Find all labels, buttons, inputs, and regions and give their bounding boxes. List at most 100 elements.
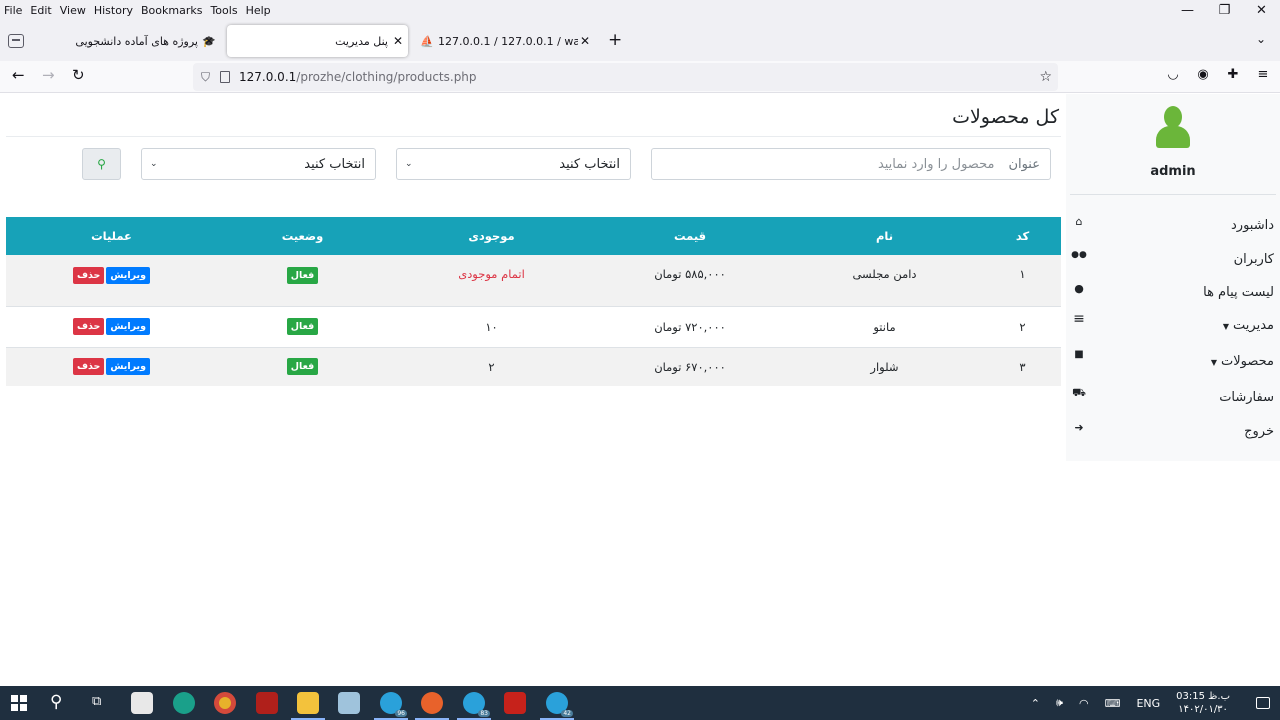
shield-icon[interactable]: ⛉ — [201, 70, 210, 85]
column-header: قیمت — [595, 217, 785, 255]
filter-bar: عنوان محصول را وارد نمایید انتخاب کنید ⌄… — [6, 148, 1061, 180]
pocket-icon[interactable]: ◡ — [1166, 67, 1180, 82]
delete-button[interactable]: حذف — [72, 267, 105, 284]
extensions-icon[interactable]: ✚ — [1226, 67, 1240, 82]
edit-button[interactable]: ویرایش — [106, 318, 150, 335]
new-tab-button[interactable]: + — [608, 30, 622, 50]
cell-price: ۵۸۵,۰۰۰ تومان — [595, 255, 785, 306]
notification-icon[interactable] — [1256, 697, 1270, 709]
clock[interactable]: 03:15 ب.ظ ۱۴۰۲/۰۱/۳۰ — [1176, 690, 1230, 716]
sidebar-item-label: لیست پیام ها — [1203, 284, 1274, 300]
menu-view[interactable]: View — [56, 4, 90, 17]
store-icon[interactable] — [131, 692, 153, 714]
avatar-body — [1156, 126, 1190, 148]
acrobat-icon[interactable] — [504, 692, 526, 714]
url-bar[interactable]: ⛉ 127.0.0.1 /prozhe/clothing/products.ph… — [193, 63, 1058, 91]
language-indicator[interactable]: ENG — [1136, 697, 1160, 710]
tab-admin-panel[interactable]: پنل مدیریت ✕ — [227, 25, 408, 57]
close-tab-icon[interactable]: ✕ — [580, 34, 590, 48]
menu-tools[interactable]: Tools — [206, 4, 241, 17]
wifi-icon[interactable]: ◠ — [1079, 697, 1089, 710]
table-row: ۲ مانتو ۷۲۰,۰۰۰ تومان ۱۰ فعال ویرایشحذف — [6, 305, 1061, 347]
delete-button[interactable]: حذف — [72, 318, 105, 335]
status-badge[interactable]: فعال — [286, 267, 319, 284]
close-tab-icon[interactable]: ✕ — [393, 34, 403, 48]
tab-phpmyadmin[interactable]: ⛵ 127.0.0.1 / 127.0.0.1 / watch / u ✕ — [412, 25, 596, 57]
telegram-icon[interactable]: 83 — [457, 692, 491, 720]
tab-title: 127.0.0.1 / 127.0.0.1 / watch / u — [438, 34, 578, 48]
menu-edit[interactable]: Edit — [26, 4, 55, 17]
menu-help[interactable]: Help — [242, 4, 275, 17]
tab-title: پروژه های آماده دانشجویی — [75, 34, 198, 48]
edit-button[interactable]: ویرایش — [106, 358, 150, 376]
category-select[interactable]: انتخاب کنید ⌄ — [396, 148, 631, 180]
close-tab-icon[interactable]: ✕ — [204, 34, 214, 48]
sidebar-item-products[interactable]: محصولات ▼ ■ — [1070, 349, 1274, 372]
status-badge[interactable]: فعال — [286, 318, 319, 335]
search-icon[interactable]: ⚲ — [50, 692, 62, 712]
firefox-icon[interactable] — [415, 692, 449, 720]
search-button[interactable]: ⚲ — [82, 148, 121, 180]
restore-button[interactable]: ❐ — [1206, 0, 1243, 22]
sidebar-item-dashboard[interactable]: داشبورد ⌂ — [1070, 214, 1275, 236]
status-select[interactable]: انتخاب کنید ⌄ — [141, 148, 376, 180]
windows-start-icon[interactable] — [11, 695, 27, 711]
title-placeholder: محصول را وارد نمایید — [877, 156, 995, 172]
sidebar-item-label: خروج — [1244, 423, 1274, 439]
back-button[interactable]: ← — [12, 66, 25, 84]
home-icon: ⌂ — [1075, 214, 1083, 228]
chevron-down-icon[interactable]: ⌄ — [1256, 32, 1266, 46]
sidebar-item-logout[interactable]: خروج ➜ — [1070, 420, 1274, 442]
tab-bar: پروژه های آماده دانشجویی 🎓 ✕ پنل مدیریت … — [0, 20, 1280, 61]
sidebar-item-management[interactable]: مدیریت▼ ≡ — [1070, 311, 1274, 336]
tab-projects[interactable]: پروژه های آماده دانشجویی 🎓 ✕ — [36, 25, 224, 57]
menu-history[interactable]: History — [90, 4, 137, 17]
search-icon: ⚲ — [97, 157, 106, 171]
minimize-button[interactable]: — — [1169, 0, 1206, 22]
column-header: نام — [785, 217, 984, 255]
column-header: موجودی — [388, 217, 595, 255]
file-explorer-icon[interactable] — [291, 692, 325, 720]
sidebar-item-users[interactable]: کاربران ●● — [1070, 248, 1274, 270]
title-search-input[interactable]: عنوان محصول را وارد نمایید — [651, 148, 1051, 180]
table-header-row: کد نام قیمت موجودی وضعیت عملیات — [6, 217, 1061, 255]
edit-button[interactable]: ویرایش — [106, 267, 150, 284]
forward-button[interactable]: → — [42, 66, 55, 84]
tab-list-icon[interactable] — [8, 34, 24, 48]
menu-icon[interactable]: ≡ — [1256, 67, 1270, 82]
speaker-icon[interactable]: 🕪 — [1056, 696, 1063, 710]
sidebar-item-label: کاربران — [1233, 251, 1274, 267]
system-tray: ⌃ 🕪 ◠ ⌨ ENG 03:15 ب.ظ ۱۴۰۲/۰۱/۳۰ — [1031, 686, 1280, 720]
cell-name: دامن مجلسی — [785, 255, 984, 306]
comment-icon: ● — [1074, 281, 1084, 295]
reload-button[interactable]: ↻ — [72, 66, 85, 84]
taskbar: ⚲ ⧉ 96 83 42 ⌃ 🕪 ◠ ⌨ ENG 03:15 ب.ظ ۱۴۰۲/… — [0, 686, 1280, 720]
page-content: admin داشبورد ⌂ کاربران ●● لیست پیام ها … — [0, 94, 1280, 686]
chevron-up-icon[interactable]: ⌃ — [1031, 697, 1040, 710]
sidebar-item-orders[interactable]: سفارشات ⛟ — [1070, 386, 1274, 408]
chrome-icon[interactable] — [214, 692, 236, 714]
menu-bookmarks[interactable]: Bookmarks — [137, 4, 206, 17]
menu-file[interactable]: File — [0, 4, 26, 17]
delete-button[interactable]: حذف — [72, 358, 105, 376]
notepad-icon[interactable] — [338, 692, 360, 714]
telegram-icon[interactable]: 96 — [374, 692, 408, 720]
account-icon[interactable]: ◉ — [1196, 67, 1210, 82]
sidebar-item-label: داشبورد — [1231, 217, 1274, 233]
cell-price: ۶۷۰,۰۰۰ تومان — [595, 346, 785, 386]
app-red-icon[interactable] — [256, 692, 278, 714]
status-badge[interactable]: فعال — [286, 358, 319, 376]
cell-actions: ویرایشحذف — [6, 305, 217, 347]
telegram-icon[interactable]: 42 — [540, 692, 574, 720]
close-window-button[interactable]: ✕ — [1243, 0, 1280, 22]
username: admin — [1150, 164, 1196, 179]
edge-icon[interactable] — [173, 692, 195, 714]
toolbar-icons: ◡ ◉ ✚ ≡ — [1166, 67, 1270, 82]
keyboard-icon[interactable]: ⌨ — [1105, 697, 1121, 710]
sidebar-item-text: مدیریت — [1233, 317, 1274, 333]
task-view-icon[interactable]: ⧉ — [92, 694, 101, 709]
cell-code: ۱ — [984, 255, 1061, 306]
sidebar-item-messages[interactable]: لیست پیام ها ● — [1070, 281, 1274, 303]
chevron-down-icon: ⌄ — [150, 159, 158, 169]
bookmark-star-icon[interactable]: ☆ — [1039, 69, 1052, 85]
